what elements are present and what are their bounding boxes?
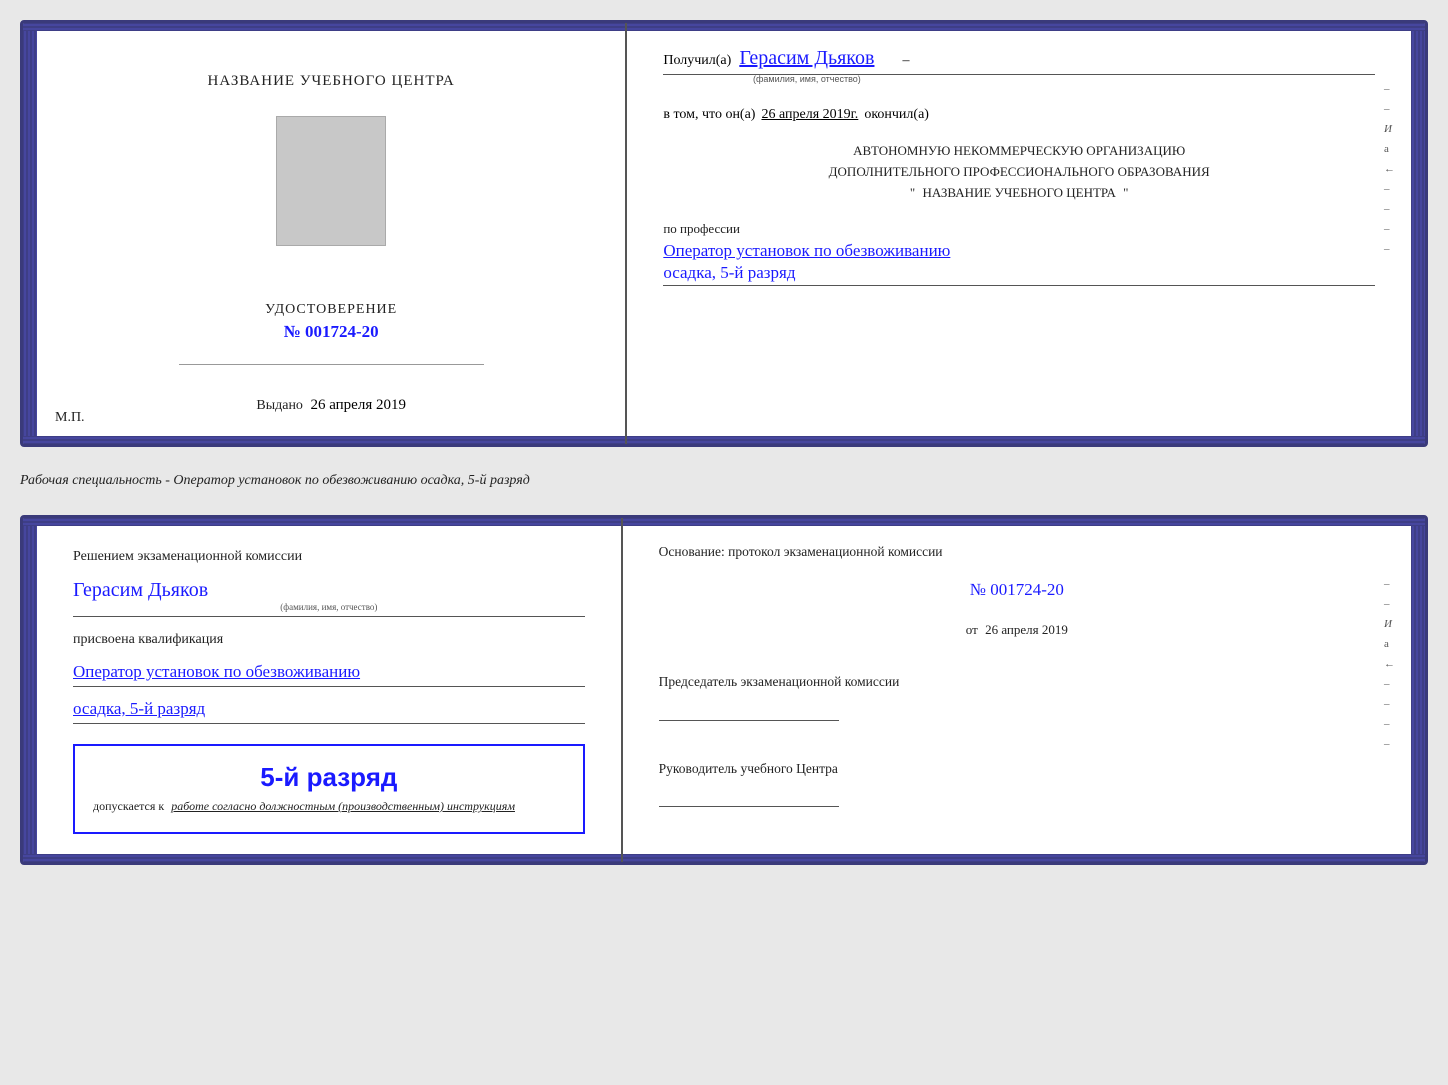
cert-label: УДОСТОВЕРЕНИЕ [265,302,397,318]
chairman-label: Председатель экзаменационной комиссии [659,672,1375,692]
divider-1 [179,364,484,365]
name-sublabel-top: (фамилия, имя, отчество) [739,74,874,84]
bottom-card-left-panel: Решением экзаменационной комиссии Гераси… [37,518,623,862]
decision-label: Решением экзаменационной комиссии [73,546,585,567]
qualification-stamp: 5-й разряд допускается к работе согласно… [73,744,585,834]
person-name-bottom: Герасим Дьяков [73,579,208,601]
stamp-italic-text: работе согласно должностным (производств… [171,799,515,813]
stamp-prefix: допускается к [93,799,164,813]
director-signature-line [659,783,839,807]
in-that-prefix: в том, что он(а) [663,107,755,123]
chairman-block: Председатель экзаменационной комиссии [659,672,1375,724]
name-sublabel-bottom: (фамилия, имя, отчество) [73,602,585,612]
profession-name: Оператор установок по обезвоживанию [663,241,1375,261]
org-line2: ДОПОЛНИТЕЛЬНОГО ПРОФЕССИОНАЛЬНОГО ОБРАЗО… [663,162,1375,183]
mp-label: М.П. [55,410,85,426]
profession-grade-top: осадка, 5-й разряд [663,263,795,282]
recipient-name-top: Герасим Дьяков (фамилия, имя, отчество) [739,47,874,70]
basis-label: Основание: протокол экзаменационной коми… [659,542,1375,562]
left-spine-bottom [23,518,37,862]
side-decoration-right-bottom: – – И а ← – – – – [1384,578,1395,750]
school-name-top: НАЗВАНИЕ УЧЕБНОГО ЦЕНТРА [208,73,455,90]
top-card-right-panel: Получил(а) Герасим Дьяков (фамилия, имя,… [627,23,1411,444]
chairman-signature-line [659,697,839,721]
top-card-left-panel: НАЗВАНИЕ УЧЕБНОГО ЦЕНТРА УДОСТОВЕРЕНИЕ №… [37,23,627,444]
org-block: АВТОНОМНУЮ НЕКОММЕРЧЕСКУЮ ОРГАНИЗАЦИЮ ДО… [663,141,1375,203]
profession-label: по профессии [663,221,1375,237]
qualification-line1: Оператор установок по обезвоживанию [73,662,585,682]
completion-date: 26 апреля 2019г. [761,107,858,123]
issued-date-line: Выдано 26 апреля 2019 [256,397,406,414]
qualification-block: Оператор установок по обезвоживанию [73,662,585,687]
qualification-label: присвоена квалификация [73,629,585,650]
date-prefix: от [966,622,978,637]
cert-number-prefix: № [284,322,301,341]
cert-number-value: 001724-20 [305,322,379,341]
right-spine-top [1411,23,1425,444]
protocol-number: № 001724-20 [659,580,1375,600]
org-name-quoted: " НАЗВАНИЕ УЧЕБНОГО ЦЕНТРА " [663,183,1375,204]
bottom-document-card: Решением экзаменационной комиссии Гераси… [20,515,1428,865]
finished-label: окончил(а) [864,107,929,123]
stamp-small-text: допускается к работе согласно должностны… [93,799,565,814]
left-spine [23,23,37,444]
date-value-bottom: 26 апреля 2019 [985,622,1068,637]
top-document-card: НАЗВАНИЕ УЧЕБНОГО ЦЕНТРА УДОСТОВЕРЕНИЕ №… [20,20,1428,447]
director-block: Руководитель учебного Центра [659,759,1375,811]
separator-text: Рабочая специальность - Оператор установ… [20,465,1428,497]
issued-date-value: 26 апреля 2019 [310,397,406,413]
side-decoration-right: – – И а ← – – – – [1384,83,1395,255]
photo-placeholder [276,116,386,246]
cert-number-display: № 001724-20 [265,322,397,342]
right-spine-bottom [1411,518,1425,862]
org-line1: АВТОНОМНУЮ НЕКОММЕРЧЕСКУЮ ОРГАНИЗАЦИЮ [663,141,1375,162]
profession-block: по профессии Оператор установок по обезв… [663,221,1375,286]
stamp-big-text: 5-й разряд [93,762,565,793]
bottom-card-right-panel: Основание: протокол экзаменационной коми… [623,518,1411,862]
issued-label: Выдано [256,398,303,413]
qualification-line2: осадка, 5-й разряд [73,699,205,718]
received-prefix: Получил(а) [663,53,731,69]
director-label: Руководитель учебного Центра [659,759,1375,779]
date-line-bottom: от 26 апреля 2019 [659,622,1375,638]
org-name: НАЗВАНИЕ УЧЕБНОГО ЦЕНТРА [922,185,1115,200]
